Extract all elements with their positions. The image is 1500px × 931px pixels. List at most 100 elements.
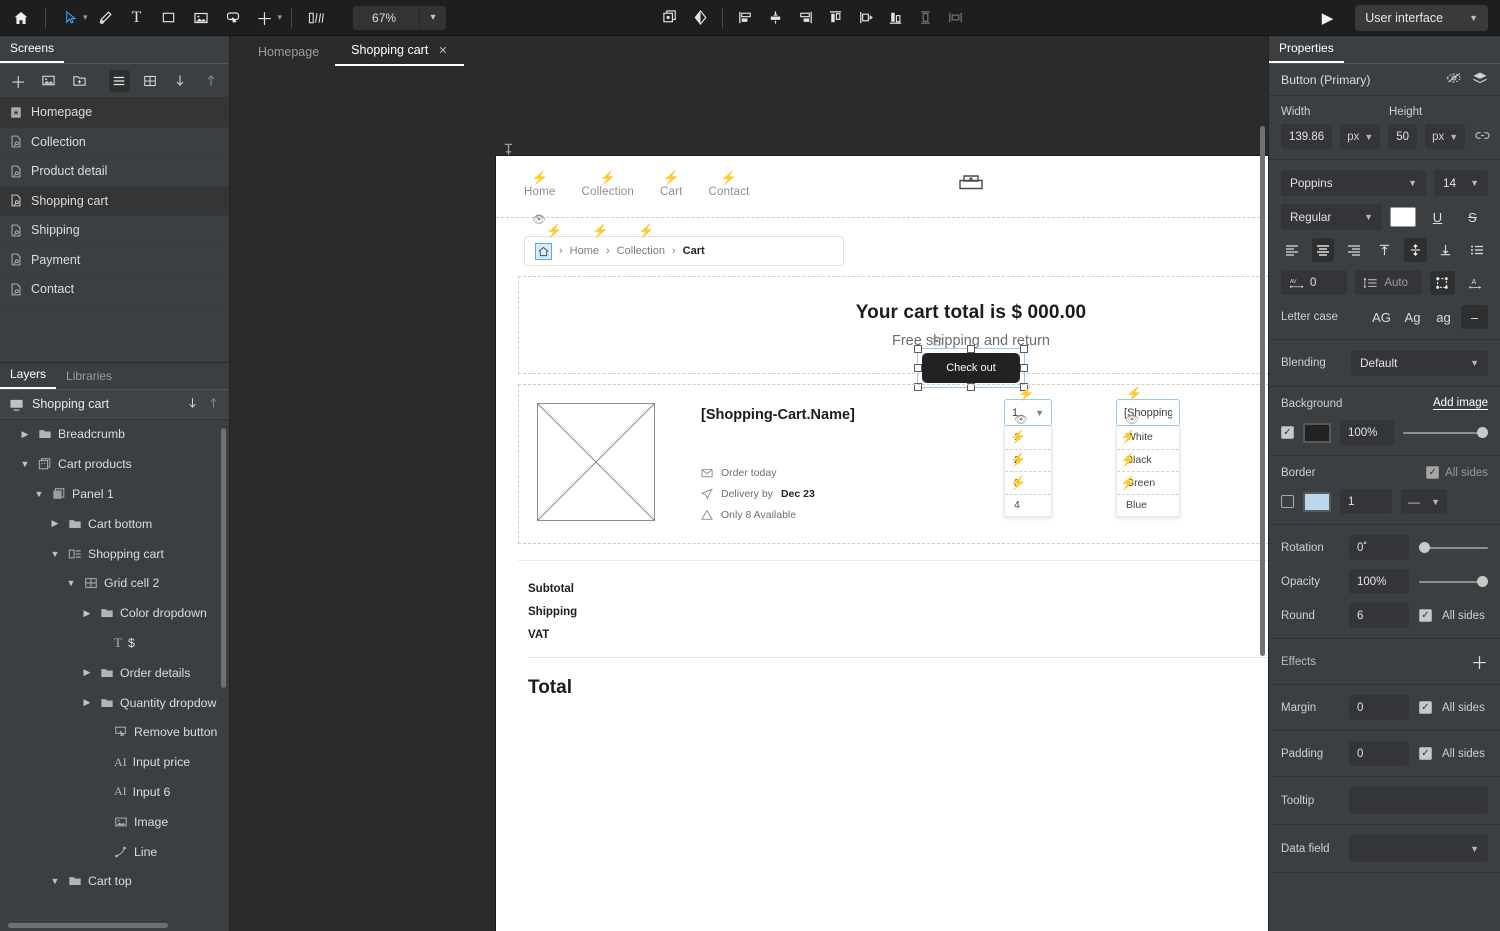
quantity-dropdown[interactable]: ⚡ 👁 1 ▼ ⚡ 1 ⚡ 2 ⚡ 3 4 [1004, 386, 1052, 517]
chevron-down-icon[interactable]: ▼ [18, 459, 32, 469]
layers-vertical-scrollbar[interactable] [221, 427, 226, 688]
chevron-right-icon[interactable]: ▶ [80, 697, 94, 708]
tab-layers[interactable]: Layers [0, 367, 57, 389]
add-image-screen-icon[interactable] [38, 70, 58, 92]
border-style-select[interactable]: — ▼ [1401, 489, 1447, 514]
zoom-level[interactable]: 67% [353, 6, 419, 30]
list-view-icon[interactable] [109, 69, 130, 92]
align-right-icon[interactable] [1342, 238, 1365, 262]
layers-sort-down-icon[interactable] [186, 396, 199, 413]
padding-input[interactable]: 0 [1349, 741, 1409, 766]
background-color-swatch[interactable] [1303, 422, 1331, 443]
tab-screens[interactable]: Screens [0, 41, 65, 63]
font-weight-select[interactable]: Regular ▼ [1281, 204, 1382, 230]
layer-row[interactable]: ▶ Cart bottom [0, 509, 229, 539]
round-input[interactable]: 6 [1349, 603, 1409, 628]
data-field-select[interactable]: ▼ [1349, 835, 1488, 862]
background-opacity-slider[interactable] [1403, 426, 1488, 440]
breadcrumb-item-collection[interactable]: Collection [617, 245, 665, 257]
color-option[interactable]: Blue [1117, 493, 1179, 517]
lowercase-button[interactable]: ag [1430, 305, 1457, 329]
close-icon[interactable]: ✕ [438, 44, 447, 57]
align-right-icon[interactable] [790, 4, 820, 32]
quantity-option[interactable]: ⚡ 2 [1005, 448, 1051, 472]
layers-sort-up-icon[interactable] [207, 396, 220, 413]
columns-icon[interactable] [301, 4, 331, 32]
no-case-button[interactable]: – [1461, 305, 1488, 329]
opacity-slider[interactable] [1419, 575, 1488, 589]
breadcrumb-box[interactable]: › Home › Collection › Cart [524, 236, 844, 266]
color-dropdown[interactable]: ⚡ 👁 [Shopping ⚡ White ⚡ Black ⚡ Green Bl… [1116, 386, 1180, 517]
background-opacity-input[interactable]: 100% [1340, 420, 1394, 445]
layer-row[interactable]: ▶ Image [0, 807, 229, 837]
tab-properties[interactable]: Properties [1269, 41, 1344, 63]
add-chevron-down-icon[interactable]: ▾ [278, 12, 283, 23]
font-family-select[interactable]: Poppins ▼ [1281, 170, 1426, 196]
screen-item-contact[interactable]: Contact [0, 275, 229, 305]
tooltip-input[interactable] [1349, 787, 1488, 814]
play-preview-button[interactable]: ▶ [1314, 9, 1342, 27]
color-option[interactable]: ⚡ Green [1117, 471, 1179, 494]
line-height-input[interactable]: Auto [1355, 270, 1422, 295]
screen-item-payment[interactable]: Payment [0, 246, 229, 275]
capitalize-button[interactable]: Ag [1399, 305, 1426, 329]
border-enabled-checkbox[interactable]: ✓ [1281, 495, 1294, 508]
text-icon[interactable]: T [122, 4, 152, 32]
rotation-slider[interactable] [1419, 541, 1488, 555]
layer-row[interactable]: ▶ Color dropdown [0, 598, 229, 628]
align-bottom-icon[interactable] [1435, 238, 1458, 262]
align-top-icon[interactable] [1373, 238, 1396, 262]
sort-up-icon[interactable] [201, 70, 221, 92]
align-middle-v-icon[interactable] [910, 4, 940, 32]
layers-stack-icon[interactable] [1472, 71, 1488, 89]
align-left-icon[interactable] [1281, 238, 1304, 262]
zoom-chevron-down-icon[interactable]: ▾ [420, 6, 446, 30]
height-unit-select[interactable]: px ▼ [1425, 124, 1466, 149]
home-icon[interactable] [6, 4, 36, 32]
padding-all-sides-checkbox[interactable]: ✓ [1419, 747, 1432, 760]
quantity-options[interactable]: ⚡ 1 ⚡ 2 ⚡ 3 4 [1004, 426, 1052, 517]
quantity-dropdown-field[interactable]: 1 ▼ [1004, 399, 1052, 426]
width-unit-select[interactable]: px ▼ [1340, 124, 1381, 149]
zoom-control[interactable]: 67% ▾ [353, 5, 447, 30]
border-color-swatch[interactable] [1303, 491, 1331, 512]
color-option[interactable]: ⚡ Black [1117, 448, 1179, 472]
layers-horizontal-scrollbar[interactable] [8, 923, 168, 928]
add-effect-icon[interactable]: ＋ [1471, 649, 1488, 674]
layer-row[interactable]: ▼ Panel 1 [0, 479, 229, 509]
layer-row[interactable]: ▶ T $ [0, 628, 229, 658]
screen-item-collection[interactable]: Collection [0, 128, 229, 157]
image-icon[interactable] [186, 4, 216, 32]
chevron-down-icon[interactable]: ▼ [48, 876, 62, 886]
align-center-icon[interactable] [1311, 238, 1335, 262]
border-width-input[interactable]: 1 [1340, 489, 1392, 514]
text-color-swatch[interactable] [1390, 207, 1416, 227]
duplicate-icon[interactable] [655, 4, 685, 32]
uppercase-button[interactable]: AG [1368, 305, 1395, 329]
align-bottom-icon[interactable] [880, 4, 910, 32]
auto-size-icon[interactable] [1429, 270, 1455, 295]
border-all-sides-checkbox[interactable]: ✓ [1426, 466, 1440, 479]
chevron-down-icon[interactable]: ▼ [48, 549, 62, 559]
font-size-select[interactable]: 14 ▼ [1434, 170, 1488, 196]
text-underline-offset-icon[interactable]: A [1463, 271, 1488, 295]
chevron-right-icon[interactable]: ▶ [80, 667, 94, 678]
nav-item-home[interactable]: ⚡ Home [524, 170, 555, 198]
layers-tree[interactable]: ▶ Breadcrumb ▼ Cart products ▼ Panel 1 ▶ [0, 419, 229, 931]
background-enabled-checkbox[interactable]: ✓ [1281, 426, 1294, 439]
chevron-right-icon[interactable]: ▶ [48, 518, 62, 529]
chevron-down-icon[interactable]: ▼ [64, 578, 78, 588]
blending-select[interactable]: Default ▼ [1351, 350, 1488, 376]
canvas-area[interactable]: ⚡ Home ⚡ Collection ⚡ Cart ⚡ Contact 👁 ⚡… [230, 66, 1268, 931]
align-middle-icon[interactable] [1403, 238, 1427, 262]
layer-row[interactable]: ▶ Quantity dropdow [0, 688, 229, 718]
home-icon[interactable] [535, 242, 552, 260]
quantity-option[interactable]: ⚡ 1 [1005, 426, 1051, 449]
add-image-button[interactable]: Add image [1433, 397, 1488, 410]
width-input[interactable]: 139.86 [1281, 124, 1333, 149]
screen-item-shipping[interactable]: Shipping [0, 216, 229, 246]
layer-row[interactable]: ▶ Order details [0, 658, 229, 688]
nav-item-collection[interactable]: ⚡ Collection [581, 170, 634, 198]
nav-item-contact[interactable]: ⚡ Contact [709, 170, 750, 198]
align-top-icon[interactable] [820, 4, 850, 32]
